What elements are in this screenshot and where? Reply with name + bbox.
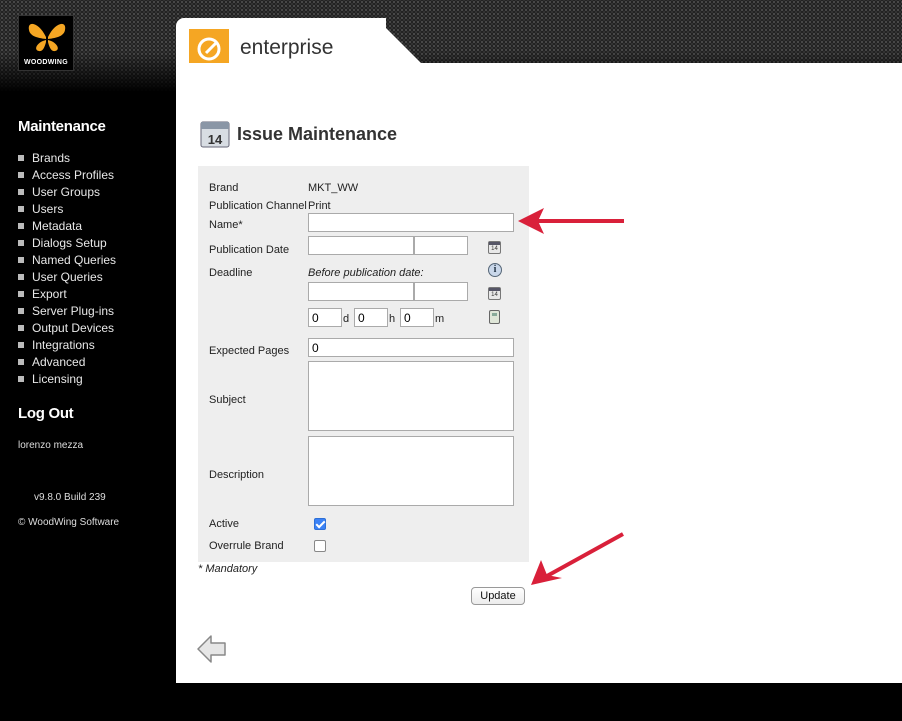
sidebar-menu: Brands Access Profiles User Groups Users… [18,151,116,389]
description-textarea[interactable] [308,436,514,506]
sidebar-title: Maintenance [18,118,106,135]
version-text: v9.8.0 Build 239 [34,492,106,503]
annotation-arrow-name [518,208,624,234]
bullet-icon [18,342,24,348]
bullet-icon [18,291,24,297]
expected-pages-label: Expected Pages [209,345,290,357]
sidebar-item-access-profiles[interactable]: Access Profiles [18,168,116,185]
back-arrow-icon[interactable] [196,633,228,665]
bullet-icon [18,172,24,178]
sidebar-item-users[interactable]: Users [18,202,116,219]
publication-date-label: Publication Date [209,244,290,256]
deadline-date-input[interactable] [308,282,414,301]
sidebar-item-integrations[interactable]: Integrations [18,338,116,355]
issue-form: Brand MKT_WW Publication Channel Print N… [198,166,529,562]
sidebar-item-dialogs-setup[interactable]: Dialogs Setup [18,236,116,253]
sidebar-item-named-queries[interactable]: Named Queries [18,253,116,270]
bullet-icon [18,206,24,212]
subject-textarea[interactable] [308,361,514,431]
sidebar-item-user-groups[interactable]: User Groups [18,185,116,202]
woodwing-logo: WOODWING [18,15,74,71]
bullet-icon [18,376,24,382]
publication-date-input[interactable] [308,236,414,255]
deadline-minutes-input[interactable] [400,308,434,327]
deadline-hours-input[interactable] [354,308,388,327]
active-label: Active [209,518,239,530]
name-input[interactable] [308,213,514,232]
main-panel: 14 Issue Maintenance Brand MKT_WW Public… [176,63,902,683]
mandatory-note: * Mandatory [198,563,258,575]
sidebar-item-licensing[interactable]: Licensing [18,372,116,389]
sidebar-item-user-queries[interactable]: User Queries [18,270,116,287]
sidebar-item-export[interactable]: Export [18,287,116,304]
description-label: Description [209,469,265,481]
bullet-icon [18,308,24,314]
publication-date-calendar-icon[interactable]: 14 [488,241,501,254]
logout-link[interactable]: Log Out [18,405,74,422]
publication-time-input[interactable] [414,236,468,255]
deadline-calendar-icon[interactable]: 14 [488,287,501,300]
sidebar-item-output-devices[interactable]: Output Devices [18,321,116,338]
sidebar-item-server-plugins[interactable]: Server Plug-ins [18,304,116,321]
calendar-icon: 14 [200,121,230,148]
overrule-brand-label: Overrule Brand [209,540,284,552]
bullet-icon [18,155,24,161]
overrule-brand-checkbox[interactable] [314,540,326,552]
deadline-note: Before publication date: [308,267,424,279]
sidebar: Maintenance Brands Access Profiles User … [0,92,176,721]
bullet-icon [18,359,24,365]
logo-text: WOODWING [23,59,68,66]
sidebar-item-advanced[interactable]: Advanced [18,355,116,372]
copyright-text: © WoodWing Software [18,517,120,528]
calculator-icon[interactable] [489,310,500,324]
hours-unit: h [389,313,396,325]
app-tab-slope [376,18,421,63]
bullet-icon [18,189,24,195]
deadline-time-input[interactable] [414,282,468,301]
deadline-label: Deadline [209,267,253,279]
channel-value: Print [308,200,331,212]
subject-label: Subject [209,394,246,406]
calendar-icon-number: 14 [208,132,223,147]
name-label: Name* [209,219,243,231]
sidebar-item-metadata[interactable]: Metadata [18,219,116,236]
bullet-icon [18,325,24,331]
bullet-icon [18,223,24,229]
page-title: Issue Maintenance [237,124,398,144]
bullet-icon [18,274,24,280]
minutes-unit: m [435,313,445,325]
annotation-arrow-update [531,532,624,585]
user-name: lorenzo mezza [18,440,84,451]
channel-label: Publication Channel [209,200,307,212]
sidebar-item-brands[interactable]: Brands [18,151,116,168]
deadline-days-input[interactable] [308,308,342,327]
brand-value: MKT_WW [308,182,359,194]
update-button[interactable]: Update [471,587,525,605]
expected-pages-input[interactable] [308,338,514,357]
butterfly-icon [28,23,66,52]
bullet-icon [18,240,24,246]
brand-label: Brand [209,182,239,194]
active-checkbox[interactable] [314,518,326,530]
info-icon[interactable]: i [488,263,502,277]
days-unit: d [343,313,350,325]
bullet-icon [18,257,24,263]
app-title: enterprise [240,36,334,59]
